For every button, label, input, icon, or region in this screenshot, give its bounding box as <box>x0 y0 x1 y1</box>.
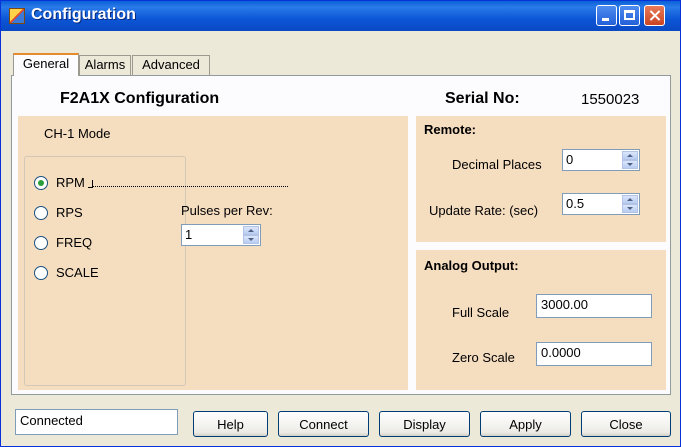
remote-panel: Remote: Decimal Places 0 Update Rate: (s… <box>416 116 666 242</box>
radio-freq-label[interactable]: FREQ <box>56 235 92 250</box>
apply-button[interactable]: Apply <box>480 411 571 437</box>
radio-rpm[interactable] <box>34 176 48 190</box>
update-rate-value[interactable]: 0.5 <box>566 196 584 211</box>
analog-output-panel: Analog Output: Full Scale 3000.00 Zero S… <box>416 250 666 390</box>
radio-scale-label[interactable]: SCALE <box>56 265 99 280</box>
pulses-per-rev-value[interactable]: 1 <box>185 227 192 242</box>
tab-advanced[interactable]: Advanced <box>132 55 210 75</box>
general-tab-panel: F2A1X Configuration Serial No: 1550023 C… <box>11 75 671 395</box>
decimal-places-label: Decimal Places <box>452 157 542 172</box>
minimize-button[interactable] <box>596 5 617 26</box>
tab-alarms[interactable]: Alarms <box>79 55 131 75</box>
decimal-down-arrow-icon[interactable] <box>622 160 638 169</box>
decimal-places-stepper[interactable]: 0 <box>562 149 640 171</box>
selection-connector <box>93 186 288 187</box>
zero-scale-label: Zero Scale <box>452 350 515 365</box>
pulses-per-rev-stepper[interactable]: 1 <box>181 224 261 246</box>
connection-status-field: Connected <box>15 409 178 435</box>
remote-title: Remote: <box>424 122 477 137</box>
close-window-button[interactable] <box>644 5 665 26</box>
radio-rpm-label[interactable]: RPM <box>56 175 85 190</box>
zero-scale-field[interactable]: 0.0000 <box>536 342 652 366</box>
display-button[interactable]: Display <box>379 411 470 437</box>
pulses-down-arrow-icon[interactable] <box>243 235 259 244</box>
update-rate-label: Update Rate: (sec) <box>429 203 539 218</box>
config-heading: F2A1X Configuration <box>60 90 220 107</box>
connect-button[interactable]: Connect <box>278 411 369 437</box>
full-scale-field[interactable]: 3000.00 <box>536 294 652 318</box>
update-down-arrow-icon[interactable] <box>622 204 638 213</box>
ch1-mode-label: CH-1 Mode <box>44 126 111 141</box>
serial-value: 1550023 <box>581 91 640 108</box>
mode-groupbox <box>24 156 186 386</box>
pulses-up-arrow-icon[interactable] <box>243 226 259 235</box>
ch1-mode-panel: CH-1 Mode RPM RPS FREQ SCALE Pulses per … <box>18 116 408 390</box>
window-title: Configuration <box>31 6 136 23</box>
close-button[interactable]: Close <box>581 411 671 437</box>
maximize-button[interactable] <box>619 5 640 26</box>
radio-rps-label[interactable]: RPS <box>56 205 83 220</box>
radio-freq[interactable] <box>34 236 48 250</box>
app-icon <box>9 8 25 24</box>
pulses-per-rev-label: Pulses per Rev: <box>181 203 273 218</box>
configuration-window: Configuration General Alarms Advanced F2… <box>0 0 681 447</box>
update-rate-stepper[interactable]: 0.5 <box>562 193 640 215</box>
full-scale-label: Full Scale <box>452 305 510 320</box>
tab-general[interactable]: General <box>13 53 79 76</box>
decimal-up-arrow-icon[interactable] <box>622 151 638 160</box>
radio-scale[interactable] <box>34 266 48 280</box>
serial-label: Serial No: <box>445 90 520 107</box>
help-button[interactable]: Help <box>193 411 268 437</box>
update-up-arrow-icon[interactable] <box>622 195 638 204</box>
decimal-places-value[interactable]: 0 <box>566 152 573 167</box>
radio-rps[interactable] <box>34 206 48 220</box>
analog-output-title: Analog Output: <box>424 258 519 273</box>
title-bar[interactable]: Configuration <box>1 1 680 31</box>
